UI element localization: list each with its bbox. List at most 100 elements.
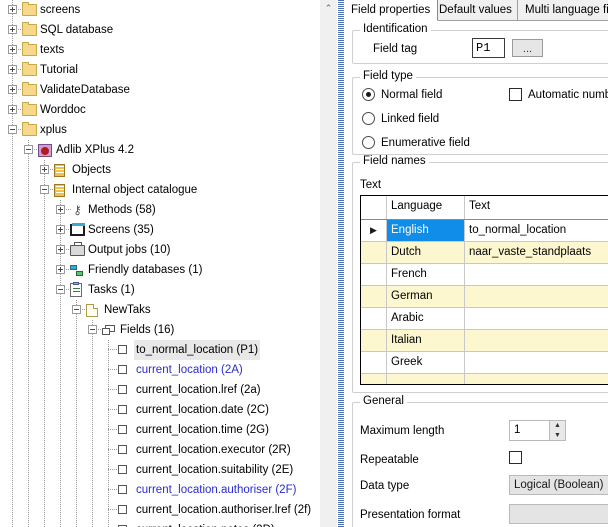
tree-node[interactable]: Tasks (1) [0, 280, 320, 300]
tree-node[interactable]: Fields (16) [0, 320, 320, 340]
language-cell[interactable]: Italian [387, 330, 465, 351]
tree-vertical-scrollbar[interactable]: ⌃ [320, 0, 337, 527]
text-cell[interactable]: to_normal_location [465, 220, 608, 241]
radio-enumerative-field[interactable] [362, 136, 375, 149]
tree-node[interactable]: current_location (2A) [0, 360, 320, 380]
language-cell[interactable]: Greek [387, 352, 465, 373]
row-indicator-icon[interactable] [361, 308, 387, 329]
row-indicator-icon[interactable]: ▶ [361, 220, 387, 241]
table-row[interactable]: Greek [361, 352, 608, 374]
tree-node[interactable]: texts [0, 40, 320, 60]
column-header[interactable]: Text [465, 196, 608, 219]
tree-node[interactable]: Worddoc [0, 100, 320, 120]
text-cell[interactable]: naar_vaste_standplaats [465, 242, 608, 263]
maximum-length-spin-buttons[interactable]: ▲ ▼ [549, 421, 565, 440]
tree-collapse-icon[interactable] [40, 185, 49, 194]
column-header[interactable] [361, 196, 387, 219]
tree-node[interactable]: current_location.authoriser (2F) [0, 480, 320, 500]
radio-normal-field[interactable] [362, 88, 375, 101]
tree-node[interactable]: NewTaks [0, 300, 320, 320]
tab-field-properties[interactable]: Field properties [344, 0, 439, 21]
tree-expand-icon[interactable] [8, 25, 17, 34]
language-cell[interactable]: Dutch [387, 242, 465, 263]
tree-node[interactable]: Adlib XPlus 4.2 [0, 140, 320, 160]
row-indicator-icon[interactable] [361, 374, 387, 384]
data-type-value[interactable]: Logical (Boolean) [509, 475, 608, 495]
row-indicator-icon[interactable] [361, 330, 387, 351]
field-tag-input[interactable]: P1 [472, 38, 505, 58]
tree-node[interactable]: current_location.executor (2R) [0, 440, 320, 460]
field-tag-browse-button[interactable]: ... [512, 39, 543, 57]
pane-splitter-handle[interactable] [337, 0, 344, 527]
tree-collapse-icon[interactable] [24, 145, 33, 154]
radio-linked-field[interactable] [362, 112, 375, 125]
tree-expand-icon[interactable] [56, 265, 65, 274]
row-indicator-icon[interactable] [361, 286, 387, 307]
tree-expand-icon[interactable] [8, 65, 17, 74]
tree-node[interactable]: Friendly databases (1) [0, 260, 320, 280]
presentation-format-value[interactable] [509, 504, 608, 524]
row-indicator-icon[interactable] [361, 242, 387, 263]
database-tree-pane[interactable]: screens SQL database texts Tutorial Validate… [0, 0, 320, 527]
tree-expand-icon[interactable] [40, 165, 49, 174]
tree-node[interactable]: ValidateDatabase [0, 80, 320, 100]
tree-collapse-icon[interactable] [88, 325, 97, 334]
scroll-up-arrow-icon[interactable]: ⌃ [320, 0, 337, 17]
tree-expand-icon[interactable] [56, 225, 65, 234]
language-cell[interactable]: English [387, 220, 465, 241]
text-cell[interactable] [465, 352, 608, 373]
tree-collapse-icon[interactable] [56, 285, 65, 294]
tree-node[interactable]: ⚷ Methods (58) [0, 200, 320, 220]
language-cell[interactable] [387, 374, 465, 384]
text-cell[interactable] [465, 264, 608, 285]
tab-multi-language-fields[interactable]: Multi language fields [517, 0, 608, 21]
tree-node[interactable]: Internal object catalogue [0, 180, 320, 200]
tree-node[interactable]: current_location.time (2G) [0, 420, 320, 440]
tree-node[interactable]: Tutorial [0, 60, 320, 80]
table-row[interactable]: French [361, 264, 608, 286]
tree-collapse-icon[interactable] [72, 305, 81, 314]
tree-expand-icon[interactable] [56, 205, 65, 214]
table-row[interactable] [361, 374, 608, 384]
tab-default-values[interactable]: Default values [431, 0, 520, 21]
spin-up-icon[interactable]: ▲ [550, 421, 565, 431]
column-header[interactable]: Language [387, 196, 465, 219]
tree-node[interactable]: current_location.date (2C) [0, 400, 320, 420]
tree-expand-icon[interactable] [8, 45, 17, 54]
tree-node[interactable]: to_normal_location (P1) [0, 340, 320, 360]
text-cell[interactable] [465, 330, 608, 351]
tree-node[interactable]: Output jobs (10) [0, 240, 320, 260]
tree-node[interactable]: current_location.authoriser.lref (2f) [0, 500, 320, 520]
table-row[interactable]: Dutch naar_vaste_standplaats [361, 242, 608, 264]
tree-node[interactable]: SQL database [0, 20, 320, 40]
table-row[interactable]: German [361, 286, 608, 308]
tree-node[interactable]: current_location.notes (2D) [0, 520, 320, 527]
tree-node[interactable]: Objects [0, 160, 320, 180]
text-cell[interactable] [465, 308, 608, 329]
table-row[interactable]: ▶ English to_normal_location [361, 220, 608, 242]
tree-node[interactable]: current_location.suitability (2E) [0, 460, 320, 480]
automatic-numbering-checkbox[interactable] [509, 88, 522, 101]
tree-expand-icon[interactable] [8, 5, 17, 14]
tree-expand-icon[interactable] [8, 85, 17, 94]
table-row[interactable]: Italian [361, 330, 608, 352]
tree-node[interactable]: current_location.lref (2a) [0, 380, 320, 400]
table-row[interactable]: Arabic [361, 308, 608, 330]
language-cell[interactable]: French [387, 264, 465, 285]
row-indicator-icon[interactable] [361, 352, 387, 373]
repeatable-checkbox[interactable] [509, 451, 522, 464]
language-cell[interactable]: Arabic [387, 308, 465, 329]
tree-expand-icon[interactable] [56, 245, 65, 254]
tree-node[interactable]: xplus [0, 120, 320, 140]
row-indicator-icon[interactable] [361, 264, 387, 285]
tree-expand-icon[interactable] [8, 105, 17, 114]
maximum-length-stepper[interactable]: 1 ▲ ▼ [509, 420, 566, 441]
spin-down-icon[interactable]: ▼ [550, 431, 565, 441]
language-text-table[interactable]: Language Text ▶ English to_normal_location Du… [360, 195, 608, 385]
language-cell[interactable]: German [387, 286, 465, 307]
property-tabs[interactable]: Field properties Default values Multi la… [344, 0, 608, 21]
text-cell[interactable] [465, 374, 608, 384]
text-cell[interactable] [465, 286, 608, 307]
tree-node[interactable]: Screens (35) [0, 220, 320, 240]
tree-node[interactable]: screens [0, 0, 320, 20]
